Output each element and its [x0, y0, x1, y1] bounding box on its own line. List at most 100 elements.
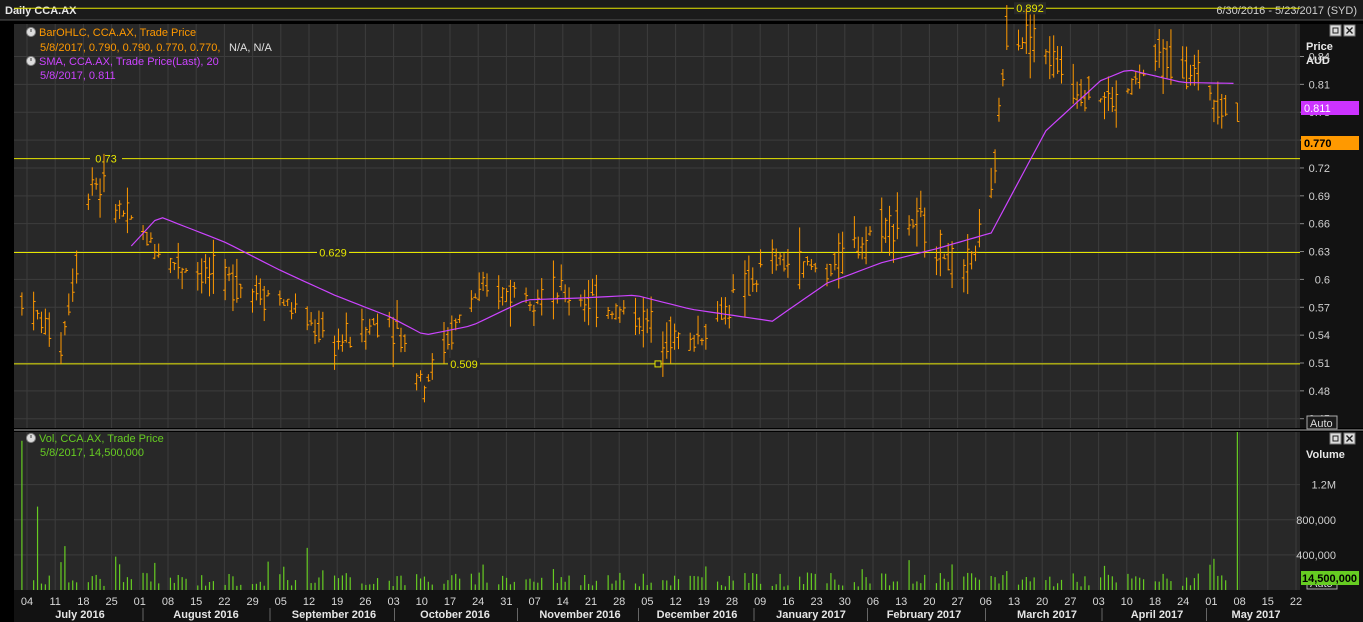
auto-button-label: Auto — [1310, 418, 1333, 430]
chart-svg: Daily CCA.AX 6/30/2016 - 5/23/2017 (SYD)… — [0, 0, 1363, 622]
x-tick-label: 04 — [21, 596, 33, 608]
x-month-label: August 2016 — [173, 609, 238, 621]
volume-legend-values: 5/8/2017, 14,500,000 — [40, 447, 144, 459]
x-tick-label: 16 — [782, 596, 794, 608]
x-tick-label: 25 — [105, 596, 117, 608]
x-tick-label: 06 — [980, 596, 992, 608]
x-tick-label: 24 — [472, 596, 484, 608]
reference-line-label: 0.73 — [95, 154, 116, 166]
x-tick-label: 22 — [218, 596, 230, 608]
x-month-label: March 2017 — [1017, 609, 1077, 621]
volume-panel-maximize-button[interactable] — [1329, 432, 1342, 445]
title-bar — [0, 0, 1363, 20]
price-tick-label: 0.6 — [1315, 274, 1330, 286]
price-tick-label: 0.57 — [1309, 302, 1330, 314]
ohlc-legend-name: BarOHLC, CCA.AX, Trade Price — [39, 27, 196, 39]
sma-legend-values: 5/8/2017, 0.811 — [40, 70, 116, 82]
x-month-label: May 2017 — [1232, 609, 1281, 621]
reference-line-label: 0.509 — [450, 359, 478, 371]
price-panel-maximize-button[interactable] — [1329, 24, 1342, 37]
x-tick-label: 22 — [1290, 596, 1302, 608]
x-month-label: November 2016 — [539, 609, 620, 621]
reference-line-handle[interactable] — [654, 360, 662, 368]
x-tick-label: 28 — [726, 596, 738, 608]
x-tick-label: 10 — [1121, 596, 1133, 608]
x-tick-label: 05 — [641, 596, 653, 608]
volume-tick-label: 800,000 — [1296, 515, 1336, 527]
x-tick-label: 11 — [49, 596, 60, 608]
x-tick-label: 17 — [444, 596, 456, 608]
x-month-label: April 2017 — [1131, 609, 1184, 621]
x-tick-label: 01 — [1205, 596, 1217, 608]
price-tick-label: 0.72 — [1309, 163, 1330, 175]
volume-panel-close-button[interactable] — [1343, 432, 1356, 445]
reference-line-label: 0.629 — [319, 247, 347, 259]
x-tick-label: 24 — [1177, 596, 1189, 608]
x-month-label: July 2016 — [55, 609, 105, 621]
sma-value-tag: 0.811 — [1301, 101, 1359, 115]
x-tick-label: 13 — [1008, 596, 1020, 608]
price-tick-label: 0.63 — [1309, 247, 1330, 259]
x-tick-label: 27 — [1064, 596, 1076, 608]
x-tick-label: 05 — [275, 596, 287, 608]
maximize-icon[interactable] — [1329, 432, 1342, 445]
price-tick-label: 0.51 — [1309, 358, 1330, 370]
x-tick-label: 18 — [77, 596, 89, 608]
x-tick-label: 27 — [951, 596, 963, 608]
x-tick-label: 21 — [585, 596, 597, 608]
x-tick-label: 08 — [162, 596, 174, 608]
sma-legend-name: SMA, CCA.AX, Trade Price(Last), 20 — [39, 56, 219, 68]
volume-tick-label: 1.2M — [1312, 480, 1336, 492]
x-tick-label: 26 — [359, 596, 371, 608]
last-volume-tag: 14,500,000 — [1301, 571, 1359, 585]
x-month-label: September 2016 — [292, 609, 376, 621]
x-tick-label: 20 — [923, 596, 935, 608]
last-price-tag-text: 0.770 — [1304, 138, 1332, 150]
x-month-label: December 2016 — [657, 609, 738, 621]
price-tick-label: 0.81 — [1309, 79, 1330, 91]
date-range: 6/30/2016 - 5/23/2017 (SYD) — [1216, 5, 1357, 17]
x-tick-label: 28 — [613, 596, 625, 608]
x-tick-label: 12 — [669, 596, 681, 608]
price-tick-label: 0.54 — [1309, 330, 1330, 342]
price-tick-label: 0.84 — [1309, 52, 1330, 64]
x-tick-label: 15 — [1262, 596, 1274, 608]
price-tick-label: 0.69 — [1309, 191, 1330, 203]
reference-line-label: 0.892 — [1016, 3, 1044, 15]
ohlc-legend-na: N/A, N/A — [229, 42, 272, 54]
price-tick-label: 0.48 — [1309, 386, 1330, 398]
x-tick-label: 13 — [895, 596, 907, 608]
volume-panel — [14, 432, 1300, 590]
chart-title: Daily CCA.AX — [5, 5, 77, 17]
x-month-label: January 2017 — [776, 609, 846, 621]
x-tick-label: 15 — [190, 596, 202, 608]
x-tick-label: 18 — [1149, 596, 1161, 608]
x-tick-label: 10 — [416, 596, 428, 608]
x-tick-label: 07 — [528, 596, 540, 608]
x-tick-label: 03 — [1092, 596, 1104, 608]
x-tick-label: 01 — [134, 596, 146, 608]
x-tick-label: 08 — [1233, 596, 1245, 608]
x-tick-label: 23 — [810, 596, 822, 608]
last-volume-tag-text: 14,500,000 — [1302, 573, 1357, 585]
ohlc-legend-values: 5/8/2017, 0.790, 0.790, 0.770, 0.770, — [40, 42, 220, 54]
x-tick-label: 20 — [1036, 596, 1048, 608]
x-tick-label: 14 — [557, 596, 569, 608]
price-tick-label: 0.66 — [1309, 219, 1330, 231]
x-tick-label: 12 — [303, 596, 315, 608]
sma-tag-text: 0.811 — [1304, 103, 1331, 115]
x-tick-label: 29 — [246, 596, 258, 608]
x-tick-label: 31 — [500, 596, 512, 608]
price-panel-close-button[interactable] — [1343, 24, 1356, 37]
last-price-tag: 0.770 — [1301, 136, 1359, 150]
x-tick-label: 09 — [754, 596, 766, 608]
x-tick-label: 19 — [331, 596, 343, 608]
x-tick-label: 06 — [867, 596, 879, 608]
price-auto-button[interactable]: Auto — [1306, 415, 1338, 430]
x-month-label: October 2016 — [420, 609, 490, 621]
x-tick-label: 03 — [387, 596, 399, 608]
volume-axis-title: Volume — [1306, 449, 1345, 461]
x-tick-label: 19 — [698, 596, 710, 608]
volume-tick-label: 400,000 — [1296, 550, 1336, 562]
maximize-icon[interactable] — [1329, 24, 1342, 37]
